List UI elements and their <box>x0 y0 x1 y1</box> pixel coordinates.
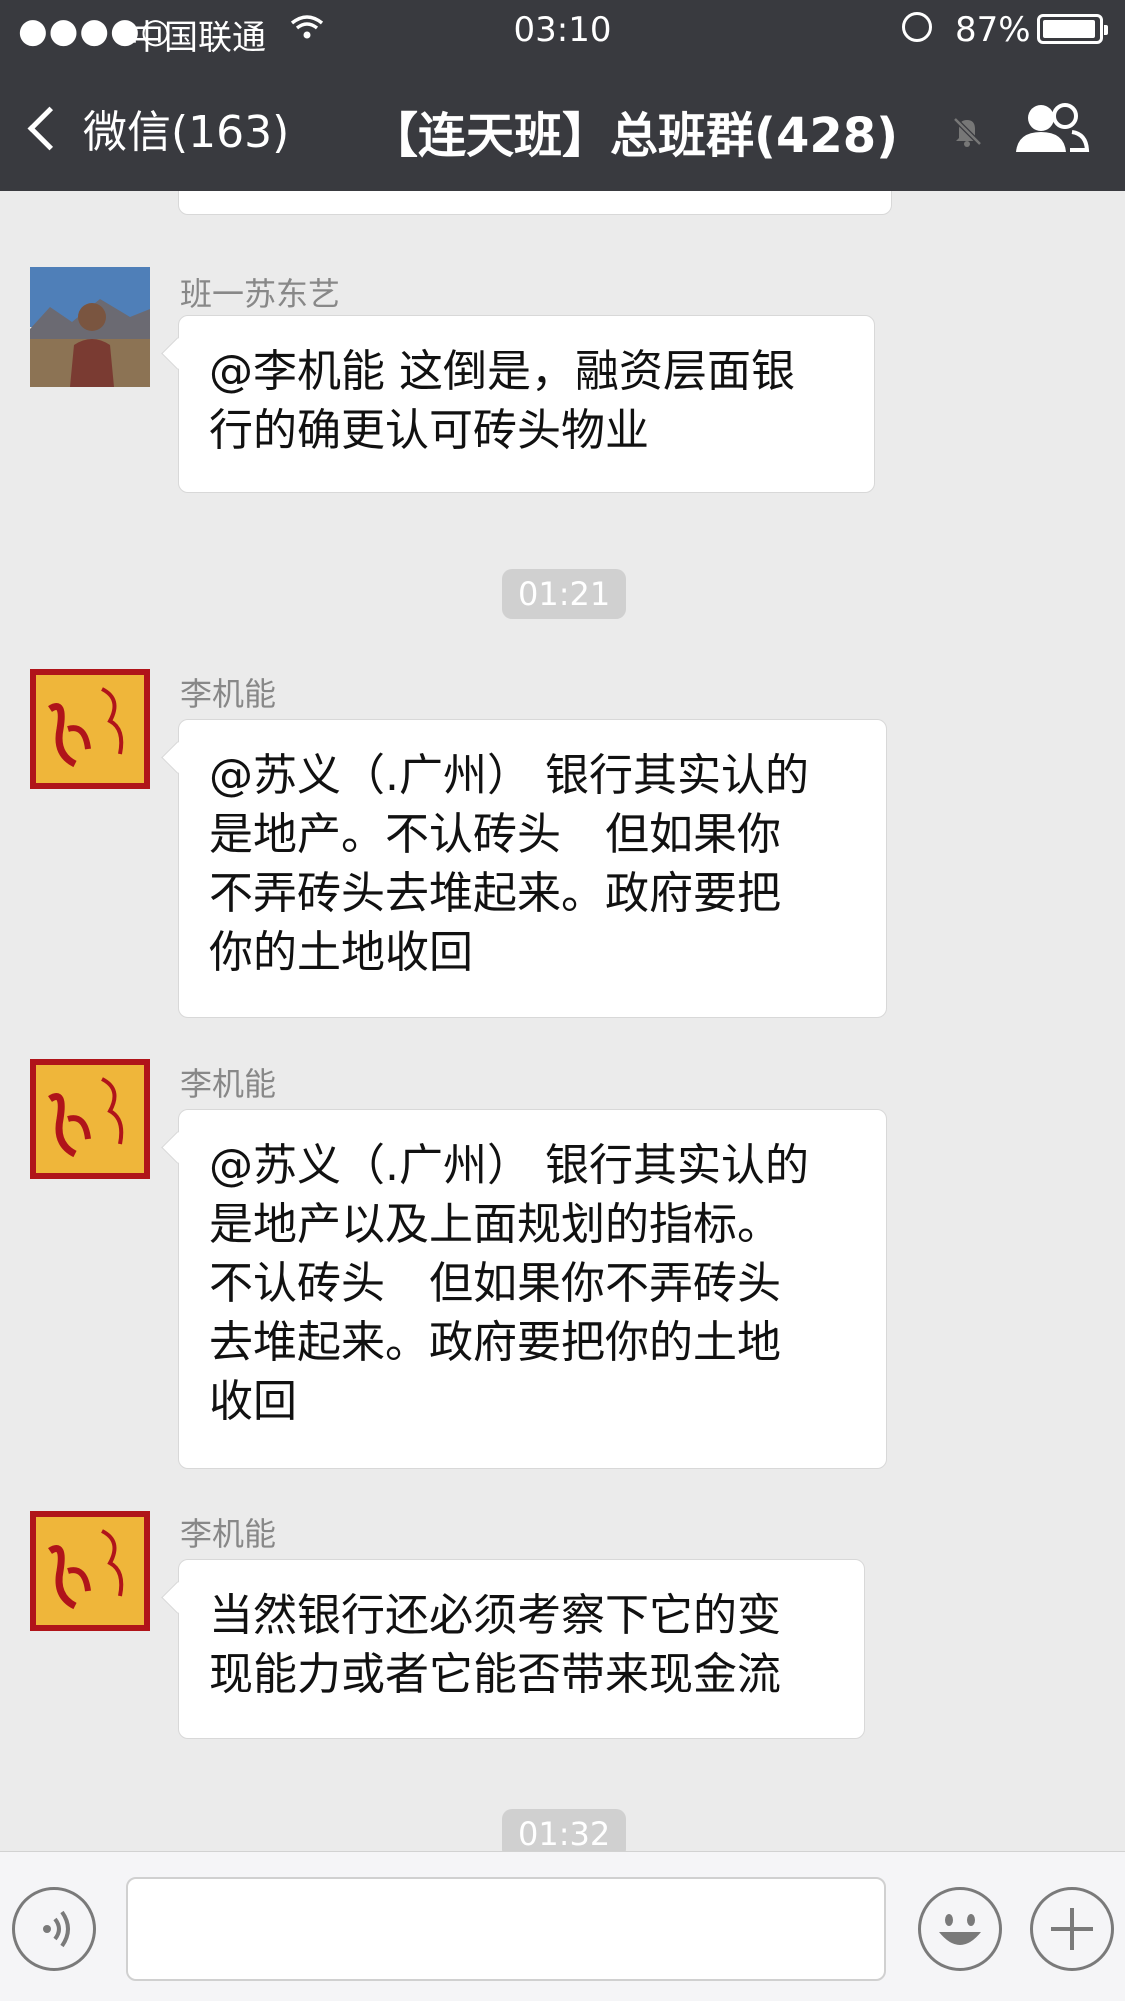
sender-name: 班一苏东艺 <box>180 275 341 313</box>
sender-name: 李机能 <box>180 1065 277 1103</box>
message-line: 当然银行还必须考察下它的变 <box>209 1590 781 1641</box>
message-line: 行的确更认可砖头物业 <box>209 405 649 456</box>
back-button[interactable]: 微信(163) <box>26 96 289 160</box>
message-line: 去堆起来。政府要把你的土地 <box>209 1317 781 1368</box>
voice-input-icon <box>43 1910 70 1948</box>
avatar-calligraphy <box>30 1059 150 1179</box>
battery-icon <box>1037 14 1108 44</box>
group-members-icon[interactable] <box>1010 98 1090 158</box>
avatar-calligraphy <box>30 1511 150 1631</box>
orientation-lock-icon <box>902 12 932 42</box>
message-line: @李机能 这倒是，融资层面银 <box>209 346 795 397</box>
sender-name: 李机能 <box>180 675 277 713</box>
chat-area[interactable]: 班一苏东艺 @李机能 这倒是，融资层面银 行的确更认可砖头物业 01:21 李机… <box>0 191 1125 1851</box>
message-bubble[interactable]: 当然银行还必须考察下它的变 现能力或者它能否带来现金流 <box>178 1559 865 1739</box>
message-line: @苏义（.广州） 银行其实认的 <box>209 1140 809 1191</box>
message-line: 现能力或者它能否带来现金流 <box>209 1649 781 1700</box>
avatar-calligraphy <box>30 669 150 789</box>
avatar-photo <box>30 267 150 387</box>
chat-title: 【连天班】总班群(428) <box>370 108 899 164</box>
emoji-icon <box>939 1914 981 1945</box>
message-line: 不认砖头 但如果你不弄砖头 <box>209 1258 781 1309</box>
message-bubble[interactable]: @苏义（.广州） 银行其实认的 是地产以及上面规划的指标。 不认砖头 但如果你不… <box>178 1109 887 1469</box>
message-bubble[interactable]: @苏义（.广州） 银行其实认的 是地产。不认砖头 但如果你 不弄砖头去堆起来。政… <box>178 719 887 1018</box>
avatar[interactable] <box>30 1511 150 1631</box>
message-line: @苏义（.广州） 银行其实认的 <box>209 750 809 801</box>
timestamp-chip: 01:32 <box>502 1809 627 1851</box>
back-label: 微信(163) <box>83 107 290 158</box>
message-input[interactable] <box>126 1877 886 1981</box>
navigation-bar: 微信(163) 【连天班】总班群(428) <box>0 60 1125 191</box>
top-bar: ●●●●○ 中国联通 03:10 87% 微信(163) 【连天班】总班群(42… <box>0 0 1125 191</box>
avatar[interactable] <box>30 267 150 387</box>
previous-message-bubble[interactable] <box>178 191 892 215</box>
input-bar <box>0 1851 1125 2001</box>
message-line: 你的土地收回 <box>209 927 473 978</box>
message-line: 是地产。不认砖头 但如果你 <box>209 809 781 860</box>
timestamp-chip: 01:21 <box>502 569 627 619</box>
message-line: 收回 <box>209 1376 297 1427</box>
bell-muted-icon <box>953 117 982 147</box>
message-bubble[interactable]: @李机能 这倒是，融资层面银 行的确更认可砖头物业 <box>178 315 875 493</box>
chevron-left-icon <box>27 106 72 150</box>
battery-percent: 87% <box>955 10 1031 50</box>
avatar[interactable] <box>30 1059 150 1179</box>
sender-name: 李机能 <box>180 1515 277 1553</box>
message-line: 是地产以及上面规划的指标。 <box>209 1199 781 1250</box>
emoji-button[interactable] <box>918 1887 1002 1971</box>
plus-icon <box>1051 1908 1093 1950</box>
message-line: 不弄砖头去堆起来。政府要把 <box>209 868 781 919</box>
more-button[interactable] <box>1030 1887 1114 1971</box>
status-bar: ●●●●○ 中国联通 03:10 87% <box>0 0 1125 60</box>
voice-button[interactable] <box>12 1887 96 1971</box>
avatar[interactable] <box>30 669 150 789</box>
